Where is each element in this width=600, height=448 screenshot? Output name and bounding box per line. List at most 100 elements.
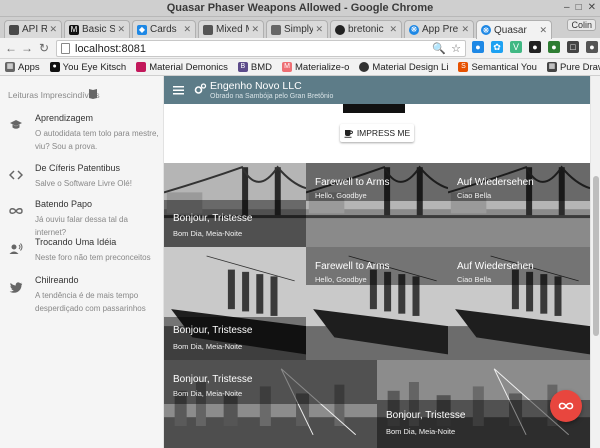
tab-cards[interactable]: ◆ Cards ✕ xyxy=(132,20,196,38)
tab-api-reference[interactable]: API Refe✕ xyxy=(4,20,62,38)
forward-icon[interactable]: → xyxy=(20,41,34,55)
page-info-icon[interactable] xyxy=(61,43,70,54)
bookmark-apps[interactable]: ▦ Apps xyxy=(5,62,40,73)
bookmark-pure-drawer[interactable]: ▦Pure Drawer xyxy=(546,62,600,73)
impress-me-button[interactable]: IMPRESS ME xyxy=(340,124,414,142)
window-titlebar: Quasar Phaser Weapons Allowed - Google C… xyxy=(0,0,600,17)
image-card[interactable]: Bonjour, Tristesse Bom Dia, Meia-Noite xyxy=(164,247,306,360)
drawer-item-subtitle: A tendência é de mais tempo desperdiçado… xyxy=(35,291,146,313)
bookmark-favicon-icon: S xyxy=(458,62,469,72)
toolbar-subtitle: Obrado na Sambója pelo Gran Bretônio xyxy=(210,93,334,100)
close-tab-icon[interactable]: ✕ xyxy=(117,24,125,35)
bookmark-materialize[interactable]: M Materialize-o xyxy=(282,62,349,73)
extension-icon[interactable]: ● xyxy=(586,41,598,53)
extension-icon[interactable]: ● xyxy=(472,41,484,53)
drawer-item-title: Aprendizagem xyxy=(35,113,94,123)
bookmark-favicon-icon: B xyxy=(237,62,248,72)
card-subtitle: Ciao Bella xyxy=(457,275,492,284)
scrollbar-thumb[interactable] xyxy=(593,176,599,336)
url-text[interactable]: localhost:8081 xyxy=(75,43,146,55)
tab-quasar-active[interactable]: ❋ Quasar ✕ xyxy=(476,20,552,39)
drawer-item-title: De Cíferis Patentibus xyxy=(35,163,121,173)
card-subtitle: Hello, Goodbye xyxy=(315,191,367,200)
bookmark-semantical-you[interactable]: S Semantical You xyxy=(458,62,537,73)
drawer-header: Leituras Imprescindíveis xyxy=(0,76,164,110)
main-content: Engenho Novo LLC Obrado na Sambója pelo … xyxy=(164,76,590,448)
drawer-item-chilreando[interactable]: Chilreando A tendência é de mais tempo d… xyxy=(0,272,164,322)
close-window-icon[interactable]: ✕ xyxy=(588,2,596,13)
image-card[interactable]: Auf Wiedersehen Ciao Bella xyxy=(448,247,590,360)
image-card[interactable]: Farewell to Arms Hello, Goodbye xyxy=(306,247,448,360)
reload-icon[interactable]: ↻ xyxy=(37,41,51,55)
window-title: Quasar Phaser Weapons Allowed - Google C… xyxy=(166,2,434,14)
bookmark-favicon-icon: ▦ xyxy=(546,62,557,72)
minimize-icon[interactable]: – xyxy=(564,2,570,13)
card-title: Bonjour, Tristesse xyxy=(173,325,253,336)
close-tab-icon[interactable]: ✕ xyxy=(389,24,397,35)
extension-vue-icon[interactable]: V xyxy=(510,41,522,53)
left-drawer: Leituras Imprescindíveis Aprendizagem O … xyxy=(0,76,164,448)
page-favicon-icon xyxy=(271,24,281,35)
close-tab-icon[interactable]: ✕ xyxy=(49,24,57,35)
bookmarks-bar: ▦ Apps ● You Eye Kitsch Material Demonics … xyxy=(0,59,600,76)
tab-bretonic[interactable]: bretonic ✕ xyxy=(330,20,402,38)
window-controls: – □ ✕ xyxy=(564,2,596,13)
close-tab-icon[interactable]: ✕ xyxy=(315,24,323,35)
image-card[interactable]: Auf Wiedersehen Ciao Bella xyxy=(448,163,590,247)
black-button-partial[interactable] xyxy=(343,104,405,113)
quasar-favicon-icon: ❋ xyxy=(409,24,419,35)
card-title: Farewell to Arms xyxy=(315,261,390,272)
drawer-header-title: Leituras Imprescindíveis xyxy=(8,90,100,100)
quasar-favicon-icon: ◆ xyxy=(137,24,147,35)
bookmark-bmd[interactable]: B BMD xyxy=(237,62,272,73)
image-card[interactable]: Bonjour, Tristesse Bom Dia, Meia-Noite xyxy=(164,163,306,247)
m-favicon-icon: M xyxy=(69,24,79,35)
page-favicon-icon xyxy=(203,24,213,35)
drawer-item-subtitle: Neste foro não tem preconceitos xyxy=(35,253,151,262)
tab-app-preview[interactable]: ❋ App Pre ✕ xyxy=(404,20,474,38)
fab-button[interactable] xyxy=(550,390,582,422)
tab-simply[interactable]: Simply ✕ xyxy=(266,20,328,38)
close-tab-icon[interactable]: ✕ xyxy=(251,24,259,35)
close-tab-icon[interactable]: ✕ xyxy=(461,24,469,35)
url-input[interactable]: localhost:8081 🔍 ☆ xyxy=(56,40,466,57)
card-title: Bonjour, Tristesse xyxy=(173,374,253,385)
extension-icons: ● ✿ V ● ● □ ● ⋮ xyxy=(472,41,600,53)
bookmark-material-demonics[interactable]: Material Demonics xyxy=(136,62,228,73)
tab-strip: API Refe✕ MBasic Si✕ ◆Cards✕ Mixed M✕ Si… xyxy=(0,17,600,39)
infinity-icon xyxy=(9,208,23,214)
image-card[interactable]: Bonjour, Tristesse Bom Dia, Meia-Noite xyxy=(164,360,377,448)
card-subtitle: Bom Dia, Meia-Noite xyxy=(173,389,243,398)
profile-button[interactable]: Colin xyxy=(567,19,596,31)
bookmark-material-design-lite[interactable]: Material Design Li xyxy=(359,62,448,73)
back-icon[interactable]: ← xyxy=(4,41,18,55)
drawer-item-title: Trocando Uma Idéia xyxy=(35,237,117,247)
quasar-favicon-icon: ❋ xyxy=(481,25,491,35)
bookmark-star-icon[interactable]: ☆ xyxy=(451,42,461,55)
bookmark-you-eye-kitsch[interactable]: ● You Eye Kitsch xyxy=(49,62,126,73)
extension-icon[interactable]: □ xyxy=(567,41,579,53)
drawer-item-subtitle: O autodidata tem tolo para mestre, viu? … xyxy=(35,129,159,151)
card-subtitle: Bom Dia, Meia-Noite xyxy=(386,427,456,436)
zoom-icon[interactable]: 🔍 xyxy=(432,42,446,55)
extension-icon[interactable]: ● xyxy=(529,41,541,53)
tab-basic[interactable]: M Basic Si ✕ xyxy=(64,20,130,38)
bookmark-favicon-icon: M xyxy=(282,62,293,72)
image-card[interactable]: Farewell to Arms Hello, Goodbye xyxy=(306,163,448,247)
close-tab-icon[interactable]: ✕ xyxy=(183,24,191,35)
drawer-item-title: Chilreando xyxy=(35,275,79,285)
maximize-icon[interactable]: □ xyxy=(576,2,582,13)
extension-icon[interactable]: ● xyxy=(548,41,560,53)
school-icon xyxy=(10,120,22,129)
drawer-item-aprendizagem[interactable]: Aprendizagem O autodidata tem tolo para … xyxy=(0,110,164,160)
page-favicon-icon xyxy=(9,24,19,35)
coffee-cup-icon xyxy=(344,129,353,138)
page-scrollbar[interactable] xyxy=(590,76,600,448)
extension-twitter-icon[interactable]: ✿ xyxy=(491,41,503,53)
card-title: Auf Wiedersehen xyxy=(457,261,534,272)
bookmark-favicon-icon xyxy=(136,62,147,72)
tab-mixed[interactable]: Mixed M✕ xyxy=(198,20,264,38)
menu-icon[interactable] xyxy=(173,84,184,96)
card-caption-overlay xyxy=(164,317,306,360)
close-tab-icon[interactable]: ✕ xyxy=(539,25,547,36)
